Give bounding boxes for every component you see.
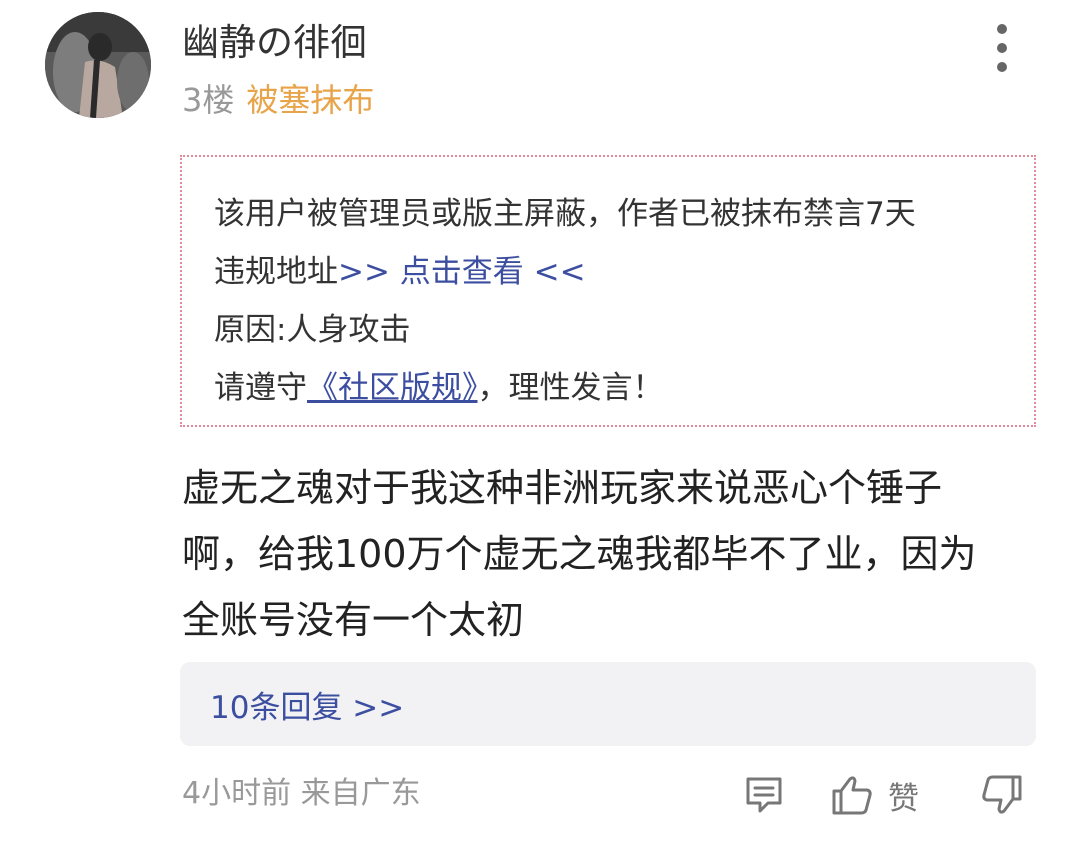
like-label: 赞 xyxy=(888,780,919,817)
content-line: 全账号没有一个太初 xyxy=(182,598,525,642)
more-options-button[interactable] xyxy=(982,24,1022,72)
view-violation-link[interactable]: >> 点击查看 << xyxy=(338,254,586,290)
username[interactable]: 幽静の徘徊 xyxy=(182,18,367,68)
more-vertical-icon-dot xyxy=(997,62,1007,72)
avatar[interactable] xyxy=(45,12,151,118)
notice-line: 违规地址>> 点击查看 << xyxy=(214,243,1004,301)
replies-button[interactable]: 10条回复 >> xyxy=(180,662,1036,746)
more-vertical-icon-dot xyxy=(997,43,1007,53)
post-time-location: 4小时前 来自广东 xyxy=(182,776,421,811)
notice-rules-suffix: ，理性发言！ xyxy=(477,370,664,406)
notice-line: 该用户被管理员或版主屏蔽，作者已被抹布禁言7天 xyxy=(214,196,916,232)
thumbs-down-icon xyxy=(982,775,1022,814)
more-vertical-icon xyxy=(997,24,1007,34)
community-rules-link[interactable]: 《社区版规》 xyxy=(307,370,478,406)
avatar-image xyxy=(45,12,151,118)
notice-rules-prefix: 请遵守 xyxy=(214,370,307,406)
comment-icon xyxy=(746,777,782,813)
notice-line: 请遵守《社区版规》，理性发言！ xyxy=(214,359,1004,417)
thumbs-up-icon xyxy=(832,776,872,815)
comment-content: 虚无之魂对于我这种非洲玩家来说恶心个锤子 啊，给我100万个虚无之魂我都毕不了业… xyxy=(182,455,1042,653)
replies-label: 10条回复 >> xyxy=(210,689,405,726)
like-button[interactable]: 赞 xyxy=(830,770,919,820)
floor-number: 3楼 xyxy=(182,81,235,119)
content-line: 啊，给我100万个虚无之魂我都毕不了业，因为 xyxy=(182,532,977,576)
comment-card: 幽静の徘徊 3楼 被塞抹布 该用户被管理员或版主屏蔽，作者已被抹布禁言7天 违规地… xyxy=(0,0,1080,854)
notice-reason: 原因:人身攻击 xyxy=(214,312,411,348)
moderation-notice: 该用户被管理员或版主屏蔽，作者已被抹布禁言7天 违规地址>> 点击查看 << 原… xyxy=(180,155,1036,427)
violation-address-label: 违规地址 xyxy=(214,254,338,290)
dislike-button[interactable] xyxy=(980,770,1024,820)
post-meta: 3楼 被塞抹布 xyxy=(182,76,374,124)
content-line: 虚无之魂对于我这种非洲玩家来说恶心个锤子 xyxy=(182,466,943,510)
comment-button[interactable] xyxy=(742,770,786,820)
user-badge[interactable]: 被塞抹布 xyxy=(246,81,374,119)
